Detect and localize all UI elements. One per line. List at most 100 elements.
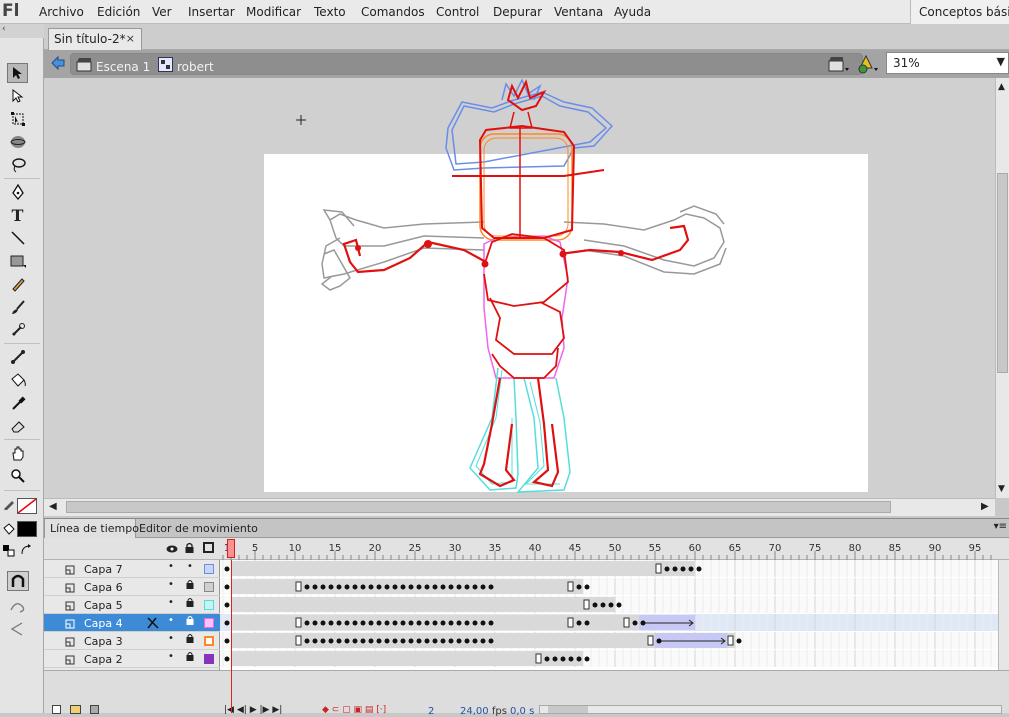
zoom-icon[interactable] <box>7 466 28 486</box>
menu-ayuda[interactable]: Ayuda <box>614 5 651 19</box>
menu-edicion[interactable]: Edición <box>97 5 140 19</box>
selection-tool-icon[interactable] <box>7 63 28 83</box>
scroll-up-icon[interactable]: ▲ <box>998 82 1005 92</box>
frame-rate[interactable]: 24,00 fps <box>460 706 507 717</box>
scroll-right-icon[interactable]: ▶ <box>981 501 989 512</box>
layer-row[interactable]: Capa 6 • <box>44 578 220 596</box>
layer-outline-color[interactable] <box>204 654 214 664</box>
back-arrow-icon[interactable] <box>50 55 66 71</box>
step-back-icon[interactable]: ◀| <box>237 705 247 715</box>
layer-row-active[interactable]: Capa 4 • <box>44 614 220 632</box>
play-icon[interactable]: ▶ <box>250 705 257 715</box>
lock-icon[interactable] <box>186 615 194 628</box>
lasso-icon[interactable] <box>7 155 28 175</box>
frame-grid[interactable] <box>220 560 998 670</box>
eyedropper-icon[interactable] <box>7 393 28 413</box>
smooth-icon[interactable] <box>8 598 28 614</box>
layer-row[interactable]: Capa 5 • <box>44 596 220 614</box>
layer-lock-state[interactable]: • <box>187 561 193 572</box>
stage-vertical-scrollbar[interactable]: ▲ ▼ <box>995 78 1009 498</box>
breadcrumb-symbol[interactable]: robert <box>177 60 214 74</box>
brush-icon[interactable] <box>7 297 28 317</box>
menu-insertar[interactable]: Insertar <box>188 5 235 19</box>
snap-to-objects-icon[interactable] <box>7 571 29 591</box>
lock-icon[interactable] <box>186 597 194 610</box>
stage-horizontal-scrollbar[interactable]: ◀ ▶ <box>44 498 995 516</box>
layer-outline-color[interactable] <box>204 564 214 574</box>
layer-outline-color[interactable] <box>204 636 214 646</box>
paint-bucket-icon[interactable] <box>7 370 28 390</box>
step-forward-icon[interactable]: |▶ <box>259 705 269 715</box>
robot-drawing[interactable] <box>44 78 995 498</box>
hand-icon[interactable] <box>7 443 28 463</box>
tab-motion-editor[interactable]: Editor de movimiento <box>134 519 263 538</box>
straighten-icon[interactable] <box>8 621 28 637</box>
rectangle-tool-icon[interactable] <box>7 251 28 271</box>
panel-collapse-icon[interactable]: ‹ <box>0 24 44 38</box>
document-tab[interactable]: Sin título-2* × <box>48 28 142 50</box>
vertical-scroll-thumb[interactable] <box>997 173 1008 373</box>
menu-control[interactable]: Control <box>436 5 479 19</box>
lock-icon[interactable] <box>186 633 194 646</box>
layer-row[interactable]: Capa 2 • <box>44 650 220 668</box>
layer-visibility-dot[interactable]: • <box>168 597 174 608</box>
scroll-left-icon[interactable]: ◀ <box>49 501 57 512</box>
layer-outline-color[interactable] <box>204 600 214 610</box>
lock-icon[interactable] <box>186 651 194 664</box>
close-icon[interactable]: × <box>126 32 135 45</box>
scroll-down-icon[interactable]: ▼ <box>998 484 1005 494</box>
chevron-down-icon[interactable]: ▼ <box>997 55 1005 68</box>
menu-archivo[interactable]: Archivo <box>39 5 84 19</box>
layer-row[interactable]: Capa 7 • • <box>44 560 220 578</box>
frame-cells[interactable] <box>220 560 998 670</box>
first-frame-icon[interactable]: |◀ <box>224 705 234 715</box>
layer-visibility-dot[interactable]: • <box>168 633 174 644</box>
layer-visibility-dot[interactable]: • <box>168 651 174 662</box>
lock-icon[interactable] <box>185 542 194 553</box>
subselection-tool-icon[interactable] <box>7 86 28 106</box>
line-tool-icon[interactable] <box>7 228 28 248</box>
edit-symbols-icon[interactable] <box>856 54 880 74</box>
timeline-vertical-scrollbar[interactable] <box>998 560 1009 670</box>
pencil-icon[interactable] <box>7 274 28 294</box>
3d-rotation-icon[interactable] <box>7 132 28 152</box>
menu-depurar[interactable]: Depurar <box>493 5 542 19</box>
breadcrumb-scene[interactable]: Escena 1 <box>96 60 150 74</box>
fill-color-swatch[interactable] <box>17 521 37 537</box>
elapsed-time[interactable]: 0,0 s <box>510 706 534 717</box>
horizontal-scroll-thumb[interactable] <box>66 501 891 513</box>
playhead-marker[interactable] <box>227 539 235 558</box>
menu-comandos[interactable]: Comandos <box>361 5 425 19</box>
lock-icon[interactable] <box>186 579 194 592</box>
layer-row[interactable]: Capa 3 • <box>44 632 220 650</box>
edit-scene-icon[interactable] <box>828 55 850 73</box>
eraser-icon[interactable] <box>7 416 28 436</box>
deco-icon[interactable] <box>7 320 28 340</box>
last-frame-icon[interactable]: ▶| <box>272 705 282 715</box>
tab-timeline[interactable]: Línea de tiempo <box>44 519 139 538</box>
workspace-switcher[interactable]: Conceptos básicos <box>910 0 1009 24</box>
zoom-select[interactable]: 31% ▼ <box>886 52 1009 74</box>
free-transform-icon[interactable] <box>7 109 28 129</box>
bone-icon[interactable] <box>7 347 28 367</box>
stroke-color-swatch[interactable] <box>17 498 37 514</box>
layer-visibility-dot[interactable]: • <box>168 615 174 626</box>
panel-menu-icon[interactable]: ▾≡ <box>994 521 1007 532</box>
timeline-scroll-thumb[interactable] <box>548 706 588 713</box>
eye-icon[interactable] <box>166 543 178 553</box>
swap-colors-icon[interactable] <box>20 544 34 556</box>
layer-outline-color[interactable] <box>204 618 214 628</box>
text-tool-icon[interactable]: T <box>7 205 28 225</box>
layer-visibility-dot[interactable]: • <box>168 579 174 590</box>
current-frame[interactable]: 2 <box>428 706 434 717</box>
menu-ventana[interactable]: Ventana <box>554 5 603 19</box>
layer-visibility-dot[interactable]: • <box>168 561 174 572</box>
menu-modificar[interactable]: Modificar <box>246 5 301 19</box>
black-white-icon[interactable] <box>3 545 17 557</box>
menu-texto[interactable]: Texto <box>314 5 346 19</box>
outline-icon[interactable] <box>203 542 214 553</box>
layer-outline-color[interactable] <box>204 582 214 592</box>
pen-icon[interactable] <box>7 182 28 202</box>
menu-ver[interactable]: Ver <box>152 5 172 19</box>
stage-pasteboard[interactable] <box>44 78 995 498</box>
